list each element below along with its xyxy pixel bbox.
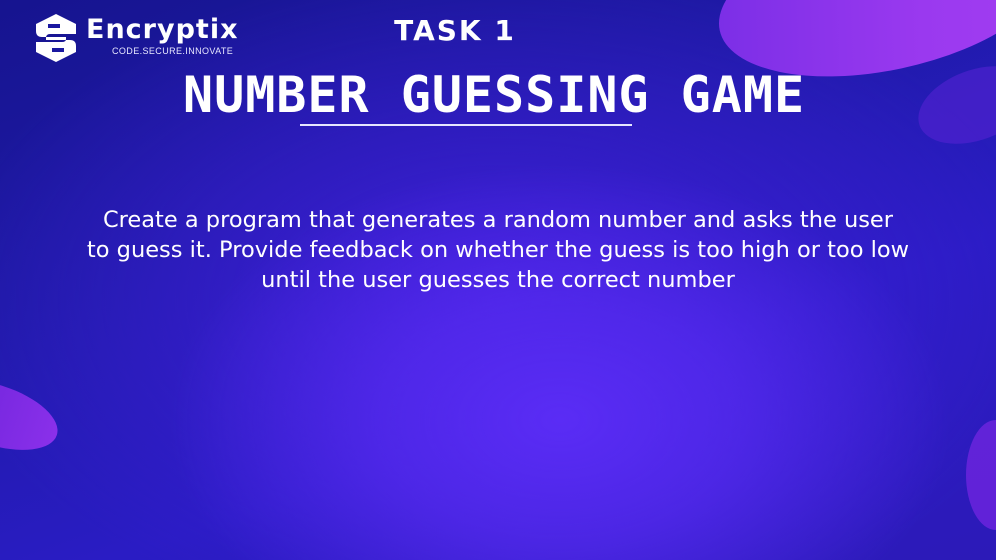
description-line: until the user guesses the correct numbe…	[261, 267, 735, 293]
task-label: TASK 1	[394, 14, 516, 47]
slide-description: Create a program that generates a random…	[30, 205, 966, 295]
title-underline	[300, 124, 632, 126]
brand-tagline: CODE.SECURE.INNOVATE	[112, 46, 234, 56]
decorative-blob-top-right-small	[907, 51, 996, 159]
decorative-blob-right	[966, 420, 996, 530]
slide-title: NUMBER GUESSING GAME	[183, 66, 806, 124]
decorative-blob-left	[0, 366, 67, 464]
description-line: Create a program that generates a random…	[102, 207, 894, 233]
description-line: to guess it. Provide feedback on whether…	[86, 237, 910, 263]
